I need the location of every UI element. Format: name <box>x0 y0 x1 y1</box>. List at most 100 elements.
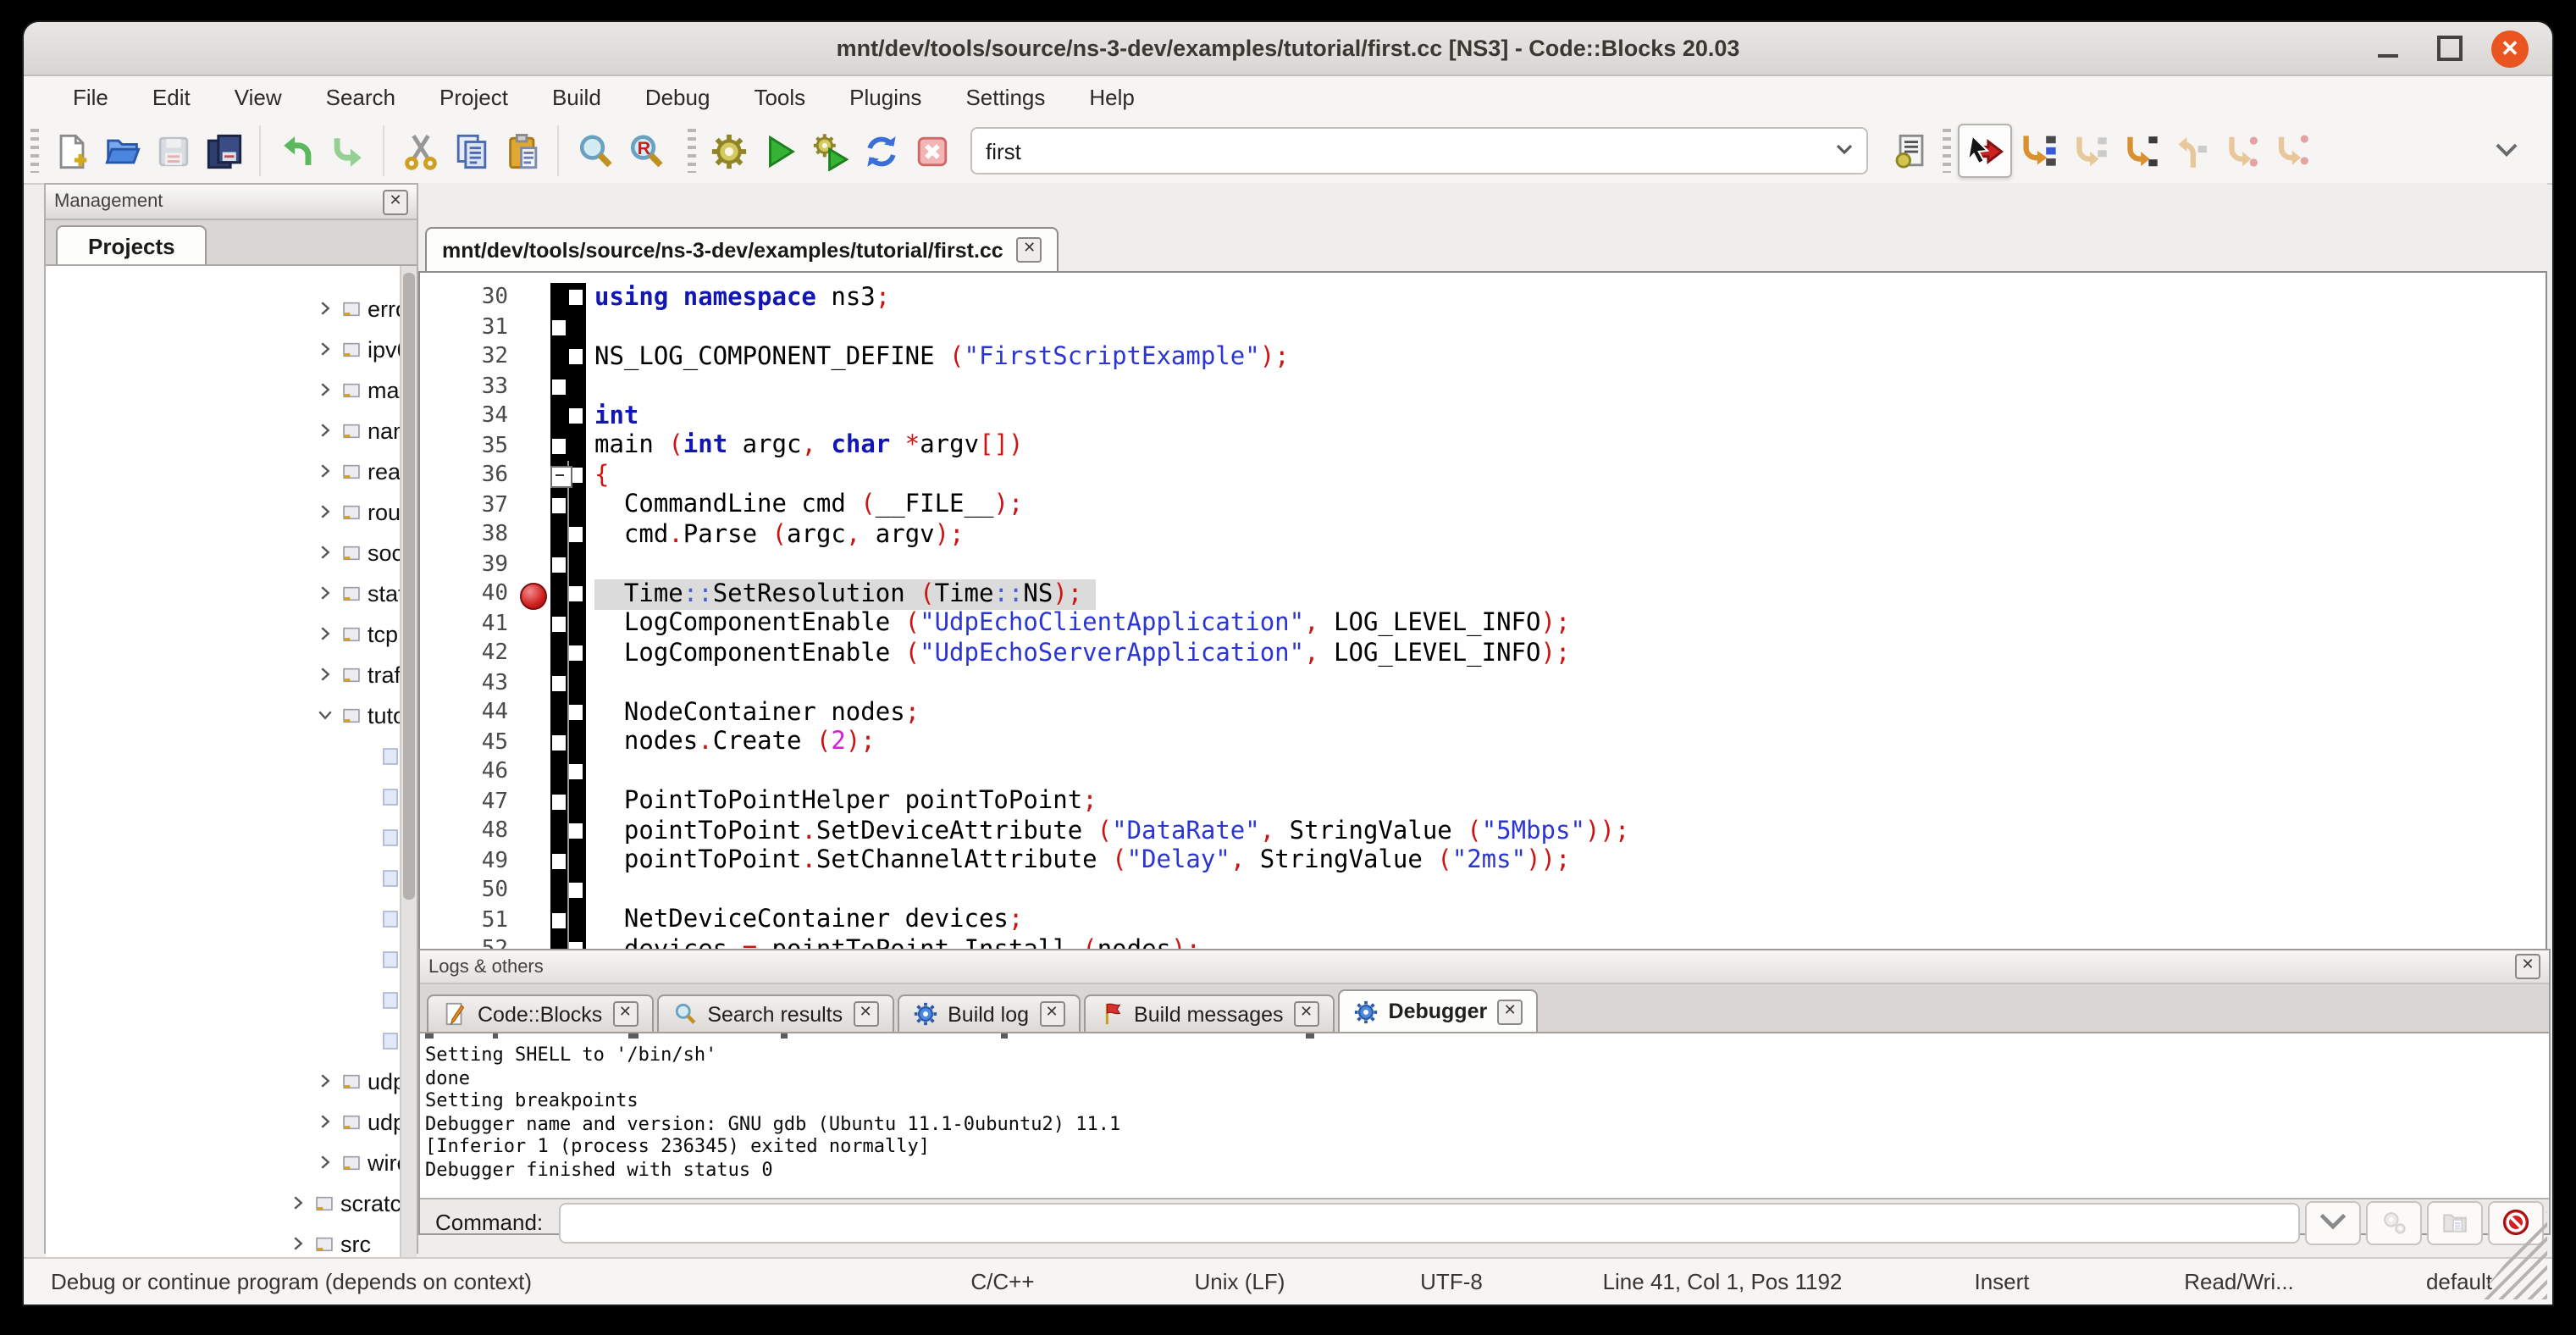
fold-margin[interactable] <box>550 520 586 550</box>
fold-margin[interactable] <box>550 342 586 372</box>
chevron-down-icon[interactable] <box>315 705 335 725</box>
tree-item-nam[interactable]: nam <box>46 410 417 451</box>
project-tree[interactable]: erroipv6matnamreallroutsockstattcptraflt… <box>46 266 417 1276</box>
log-tab-close-button[interactable]: ✕ <box>1497 999 1523 1024</box>
menu-file[interactable]: File <box>54 81 127 114</box>
fold-margin[interactable] <box>550 728 586 757</box>
code-line-30[interactable]: 30using namespace ns3; <box>420 283 2546 313</box>
code-line-48[interactable]: 48 pointToPoint.SetDeviceAttribute ("Dat… <box>420 817 2546 846</box>
tree-item-se[interactable]: se <box>46 898 417 939</box>
log-tab-build-messages[interactable]: Build messages✕ <box>1083 994 1335 1032</box>
code-line-31[interactable]: 31 <box>420 313 2546 342</box>
chevron-right-icon[interactable] <box>315 501 335 522</box>
chevron-right-icon[interactable] <box>288 1193 308 1213</box>
breakpoint-margin[interactable] <box>518 817 550 846</box>
code-editor[interactable]: 30using namespace ns3;3132NS_LOG_COMPONE… <box>418 273 2547 961</box>
run-to-cursor-button[interactable] <box>2012 125 2063 176</box>
fold-margin[interactable] <box>550 283 586 313</box>
fold-margin[interactable] <box>550 579 586 609</box>
build-and-run-button[interactable] <box>804 125 855 176</box>
tree-item-wire[interactable]: wire <box>46 1142 417 1183</box>
tree-item-trafl[interactable]: trafl <box>46 654 417 695</box>
code-line-40[interactable]: 40 Time::SetResolution (Time::NS); <box>420 579 2546 609</box>
redo-button[interactable] <box>322 125 373 176</box>
paste-button[interactable] <box>496 125 547 176</box>
tree-item-reall[interactable]: reall <box>46 451 417 491</box>
breakpoint-margin[interactable] <box>518 698 550 728</box>
tree-item-rout[interactable]: rout <box>46 491 417 532</box>
replace-button[interactable]: R <box>620 125 671 176</box>
menu-view[interactable]: View <box>216 81 301 114</box>
log-tab-close-button[interactable]: ✕ <box>1039 1001 1064 1027</box>
chevron-right-icon[interactable] <box>315 623 335 644</box>
code-line-34[interactable]: 34int <box>420 402 2546 431</box>
next-instruction-button[interactable] <box>2215 125 2266 176</box>
breakpoint-margin[interactable] <box>518 342 550 372</box>
code-line-37[interactable]: 37 CommandLine cmd (__FILE__); <box>420 490 2546 520</box>
fold-margin[interactable] <box>550 550 586 579</box>
chevron-right-icon[interactable] <box>315 1152 335 1172</box>
code-line-47[interactable]: 47 PointToPointHelper pointToPoint; <box>420 787 2546 817</box>
tree-scrollbar-thumb[interactable] <box>403 273 415 899</box>
breakpoint-margin[interactable] <box>518 787 550 817</box>
editor-tab-close-button[interactable]: ✕ <box>1017 237 1042 263</box>
fold-margin[interactable] <box>550 757 586 787</box>
tree-item-ipv6[interactable]: ipv6 <box>46 329 417 369</box>
step-out-button[interactable] <box>2164 125 2215 176</box>
copy-log-button[interactable] <box>2427 1200 2483 1244</box>
breakpoint-margin[interactable] <box>518 313 550 342</box>
tree-item-fo[interactable]: fo <box>46 817 417 857</box>
chevron-right-icon[interactable] <box>315 461 335 481</box>
breakpoint-margin[interactable] <box>518 906 550 935</box>
tree-item-tcp[interactable]: tcp <box>46 613 417 654</box>
breakpoint-margin[interactable] <box>518 846 550 876</box>
editor-tab-first-cc[interactable]: mnt/dev/tools/source/ns-3-dev/examples/t… <box>425 227 1059 271</box>
close-button[interactable]: ✕ <box>2491 30 2529 67</box>
save-all-button[interactable] <box>198 125 249 176</box>
find-button[interactable] <box>569 125 620 176</box>
step-into-button[interactable] <box>2114 125 2164 176</box>
open-file-button[interactable] <box>97 125 147 176</box>
run-button[interactable] <box>754 125 804 176</box>
fold-margin[interactable] <box>550 431 586 461</box>
breakpoint-icon[interactable] <box>520 583 547 610</box>
tree-item-scratcl[interactable]: scratcl <box>46 1183 417 1223</box>
code-line-39[interactable]: 39 <box>420 550 2546 579</box>
breakpoint-margin[interactable] <box>518 876 550 906</box>
chevron-right-icon[interactable] <box>315 379 335 400</box>
menu-project[interactable]: Project <box>421 81 527 114</box>
breakpoint-margin[interactable] <box>518 520 550 550</box>
undo-button[interactable] <box>271 125 322 176</box>
chevron-right-icon[interactable] <box>315 420 335 440</box>
tree-item-fif[interactable]: fif <box>46 735 417 776</box>
chevron-right-icon[interactable] <box>315 339 335 359</box>
code-line-36[interactable]: 36{ <box>420 461 2546 490</box>
toolbar-grip[interactable] <box>688 129 696 173</box>
breakpoint-margin[interactable] <box>518 728 550 757</box>
breakpoint-margin[interactable] <box>518 550 550 579</box>
debugger-settings-button[interactable] <box>2366 1200 2422 1244</box>
code-line-35[interactable]: 35main (int argc, char *argv[]) <box>420 431 2546 461</box>
menu-help[interactable]: Help <box>1070 81 1153 114</box>
next-line-button[interactable] <box>2063 125 2114 176</box>
chevron-right-icon[interactable] <box>315 1071 335 1091</box>
debugging-windows-button[interactable] <box>1885 125 1936 176</box>
menu-settings[interactable]: Settings <box>947 81 1064 114</box>
log-tab-build-log[interactable]: Build log✕ <box>897 994 1080 1032</box>
command-dropdown-button[interactable] <box>2305 1200 2361 1244</box>
log-tab-close-button[interactable]: ✕ <box>853 1001 878 1027</box>
code-line-42[interactable]: 42 LogComponentEnable ("UdpEchoServerApp… <box>420 639 2546 668</box>
code-line-51[interactable]: 51 NetDeviceContainer devices; <box>420 906 2546 935</box>
fold-margin[interactable] <box>550 461 586 490</box>
chevron-right-icon[interactable] <box>315 583 335 603</box>
breakpoint-margin[interactable] <box>518 490 550 520</box>
command-input[interactable] <box>558 1202 2300 1243</box>
chevron-right-icon[interactable] <box>288 1233 308 1254</box>
log-tab-search-results[interactable]: Search results✕ <box>656 994 893 1032</box>
step-into-instruction-button[interactable] <box>2266 125 2317 176</box>
breakpoint-margin[interactable] <box>518 639 550 668</box>
fold-margin[interactable] <box>550 639 586 668</box>
new-file-button[interactable] <box>46 125 97 176</box>
code-line-50[interactable]: 50 <box>420 876 2546 906</box>
tree-item-fir[interactable]: fir <box>46 776 417 817</box>
